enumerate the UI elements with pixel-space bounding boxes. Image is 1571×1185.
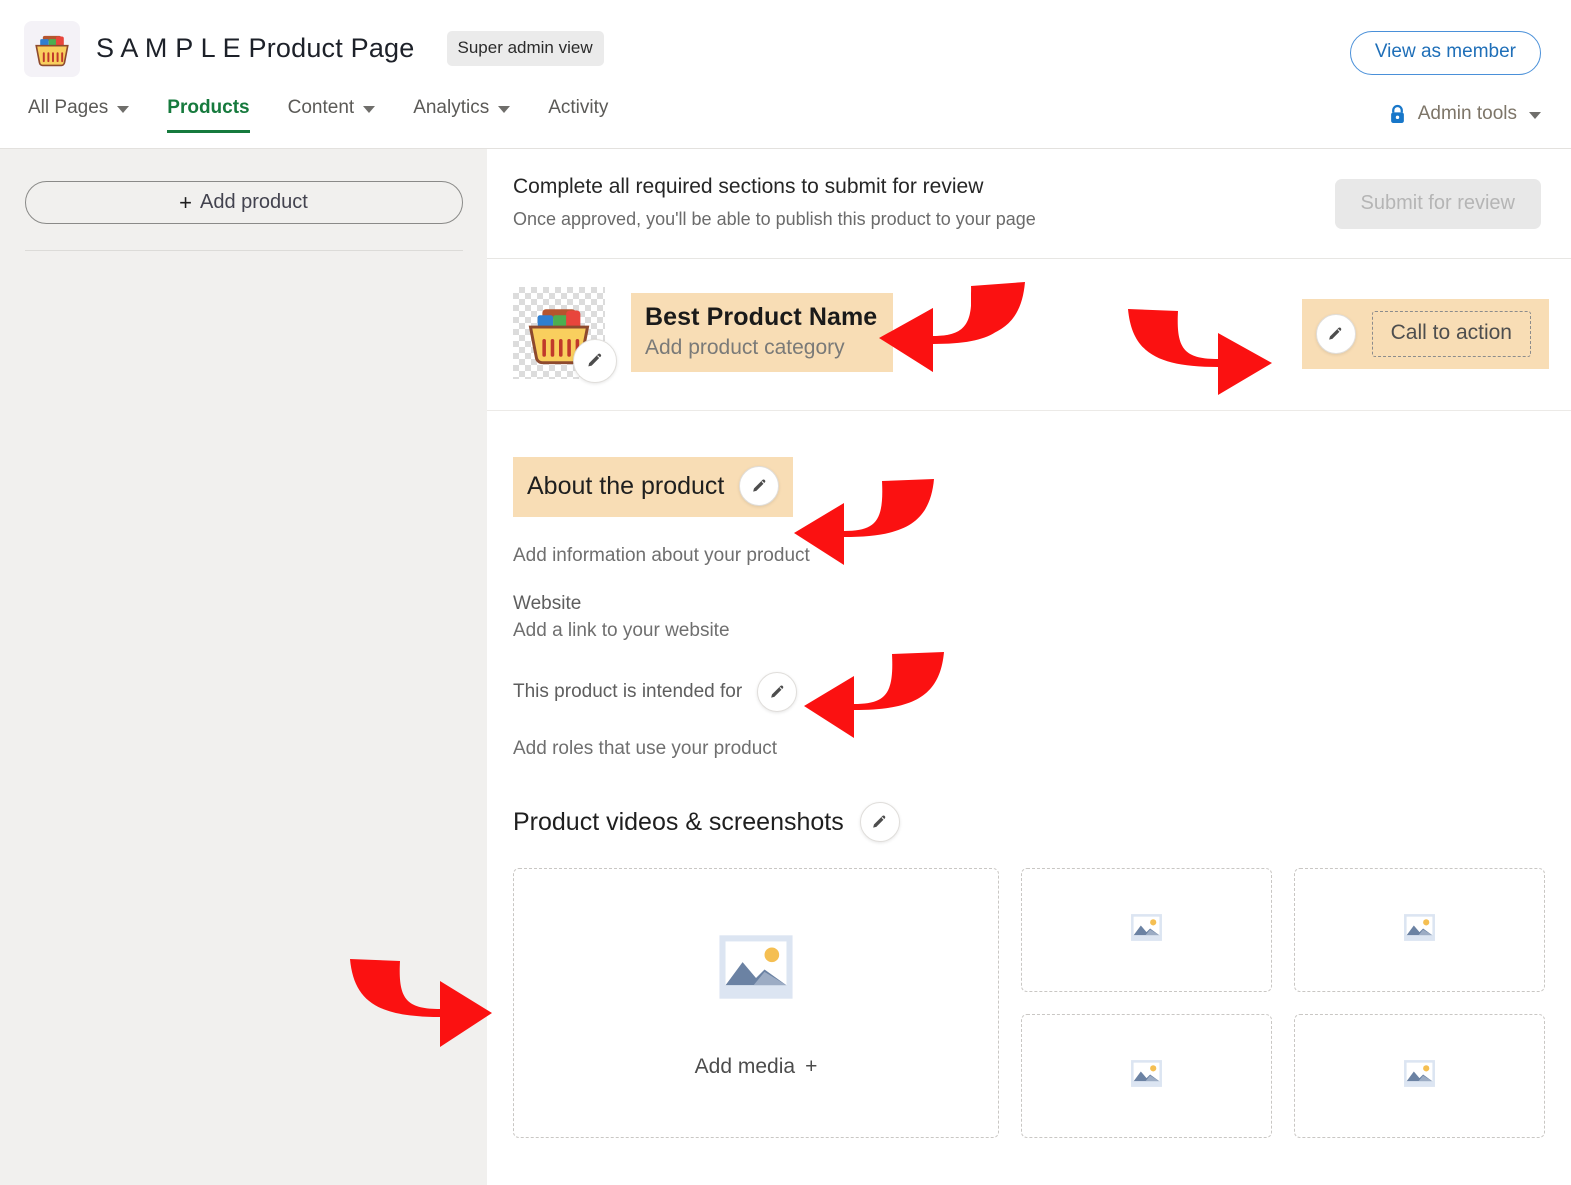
roles-placeholder: Add roles that use your product — [513, 738, 1545, 760]
lock-icon — [1389, 104, 1406, 125]
shopping-basket-icon — [24, 21, 80, 77]
product-editor-panel: Complete all required sections to submit… — [487, 149, 1571, 1185]
product-thumbnail-wrap — [513, 287, 613, 379]
page-body: + Add product Complete all required sect… — [0, 149, 1571, 1185]
website-placeholder: Add a link to your website — [513, 620, 1545, 642]
nav-item-all-pages[interactable]: All Pages — [24, 97, 148, 133]
edit-product-image-button[interactable] — [573, 339, 617, 383]
product-media-heading: Product videos & screenshots — [513, 802, 1545, 842]
plus-icon: + — [805, 1055, 817, 1079]
plus-icon: + — [179, 190, 192, 216]
media-thumbnail-grid — [1021, 868, 1545, 1138]
image-placeholder-icon — [1403, 911, 1436, 949]
media-slot[interactable] — [1021, 868, 1272, 992]
review-text-block: Complete all required sections to submit… — [513, 175, 1036, 230]
brand: S A M P L E Product Page Super admin vie… — [24, 21, 604, 77]
about-section: About the product Add information about … — [487, 411, 1571, 842]
nav-label: Content — [288, 97, 355, 119]
image-placeholder-icon — [1130, 1057, 1163, 1095]
nav-item-activity[interactable]: Activity — [529, 97, 627, 133]
about-heading-label: About the product — [527, 472, 724, 501]
main-navigation: All Pages Products Content Analytics Act… — [0, 97, 1571, 149]
review-subtitle: Once approved, you'll be able to publish… — [513, 209, 1036, 230]
chevron-down-icon — [363, 106, 375, 113]
nav-item-products[interactable]: Products — [148, 97, 268, 133]
image-placeholder-icon — [1403, 1057, 1436, 1095]
edit-call-to-action-button[interactable] — [1316, 314, 1356, 354]
admin-tools-menu[interactable]: Admin tools — [1389, 103, 1541, 125]
intended-for-row: This product is intended for — [513, 672, 1545, 712]
product-name: Best Product Name — [645, 303, 877, 332]
submit-for-review-button[interactable]: Submit for review — [1335, 179, 1542, 229]
add-product-button[interactable]: + Add product — [25, 181, 463, 224]
call-to-action-button[interactable]: Call to action — [1372, 311, 1531, 357]
nav-item-content[interactable]: Content — [269, 97, 395, 133]
image-placeholder-icon — [717, 928, 795, 1011]
media-slot[interactable] — [1294, 1014, 1545, 1138]
sidebar: + Add product — [0, 149, 487, 1185]
sidebar-divider — [25, 250, 463, 251]
add-media-dropzone[interactable]: Add media + — [513, 868, 999, 1138]
chevron-down-icon — [1529, 112, 1541, 119]
product-name-block[interactable]: Best Product Name Add product category — [631, 293, 893, 372]
add-product-label: Add product — [200, 191, 308, 214]
about-info-placeholder: Add information about your product — [513, 545, 1545, 567]
nav-items: All Pages Products Content Analytics Act… — [24, 97, 627, 133]
add-media-label-wrap: Add media + — [695, 1055, 818, 1079]
about-the-product-heading: About the product — [513, 457, 793, 517]
edit-product-media-button[interactable] — [860, 802, 900, 842]
website-label: Website — [513, 593, 1545, 615]
edit-intended-for-button[interactable] — [757, 672, 797, 712]
edit-about-button[interactable] — [739, 466, 779, 506]
call-to-action-block: Call to action — [1302, 299, 1549, 369]
chevron-down-icon — [498, 106, 510, 113]
media-slot[interactable] — [1294, 868, 1545, 992]
nav-label: Products — [167, 97, 249, 119]
intended-for-label: This product is intended for — [513, 681, 742, 703]
view-as-member-button[interactable]: View as member — [1350, 31, 1541, 75]
product-media-label: Product videos & screenshots — [513, 808, 844, 837]
nav-label: All Pages — [28, 97, 108, 119]
admin-tools-label: Admin tools — [1418, 103, 1517, 125]
image-placeholder-icon — [1130, 911, 1163, 949]
app-header: S A M P L E Product Page Super admin vie… — [0, 0, 1571, 97]
nav-label: Analytics — [413, 97, 489, 119]
product-category-placeholder: Add product category — [645, 336, 877, 360]
media-slot[interactable] — [1021, 1014, 1272, 1138]
review-title: Complete all required sections to submit… — [513, 175, 1036, 199]
product-header-row: Best Product Name Add product category C… — [487, 259, 1571, 411]
nav-item-analytics[interactable]: Analytics — [394, 97, 529, 133]
nav-label: Activity — [548, 97, 608, 119]
page-title: S A M P L E Product Page — [96, 33, 415, 64]
add-media-label: Add media — [695, 1055, 795, 1079]
review-status-bar: Complete all required sections to submit… — [487, 149, 1571, 259]
media-grid: Add media + — [487, 842, 1571, 1138]
chevron-down-icon — [117, 106, 129, 113]
super-admin-badge: Super admin view — [447, 31, 604, 66]
